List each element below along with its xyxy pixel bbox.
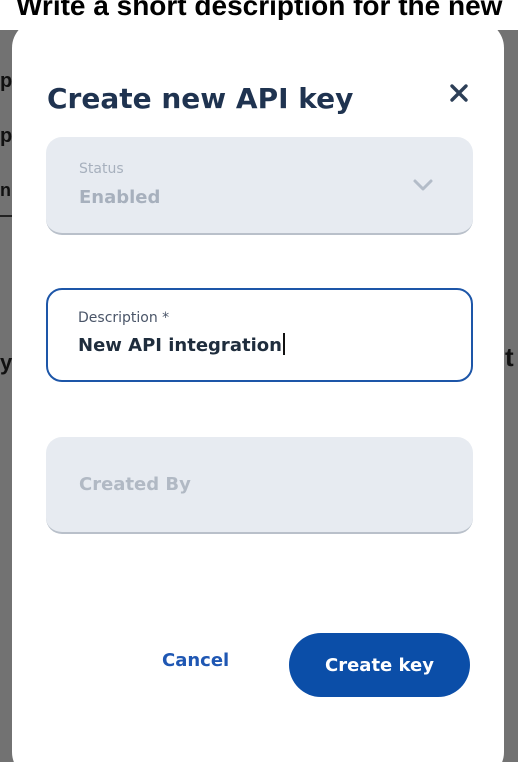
description-field[interactable]: Description * New API integration bbox=[46, 288, 473, 382]
created-by-field[interactable]: Created By bbox=[46, 437, 473, 534]
chevron-down-icon bbox=[413, 179, 433, 191]
backdrop-text-fragment: y bbox=[0, 350, 13, 375]
status-select[interactable]: Status Enabled bbox=[46, 137, 473, 235]
description-value: New API integration bbox=[78, 335, 282, 356]
cancel-button[interactable]: Cancel bbox=[162, 650, 229, 671]
description-label: Description * bbox=[78, 310, 170, 326]
backdrop-divider bbox=[0, 215, 12, 217]
status-label: Status bbox=[79, 161, 124, 177]
status-value: Enabled bbox=[79, 187, 161, 208]
create-key-button[interactable]: Create key bbox=[289, 633, 470, 697]
backdrop-text-fragment: p bbox=[0, 70, 13, 92]
close-icon bbox=[450, 84, 468, 102]
backdrop-text-fragment: p bbox=[0, 125, 13, 147]
text-caret bbox=[282, 333, 285, 355]
created-by-placeholder: Created By bbox=[79, 474, 191, 495]
description-value-wrap: New API integration bbox=[78, 333, 285, 357]
backdrop-text-fragment: n bbox=[0, 180, 11, 200]
instruction-text: Write a short description for the new bbox=[16, 0, 503, 21]
create-api-key-dialog: Create new API key Status Enabled Descri… bbox=[12, 20, 504, 762]
dialog-title: Create new API key bbox=[47, 82, 354, 115]
backdrop-text-fragment: t bbox=[505, 342, 514, 372]
close-button[interactable] bbox=[442, 76, 476, 110]
